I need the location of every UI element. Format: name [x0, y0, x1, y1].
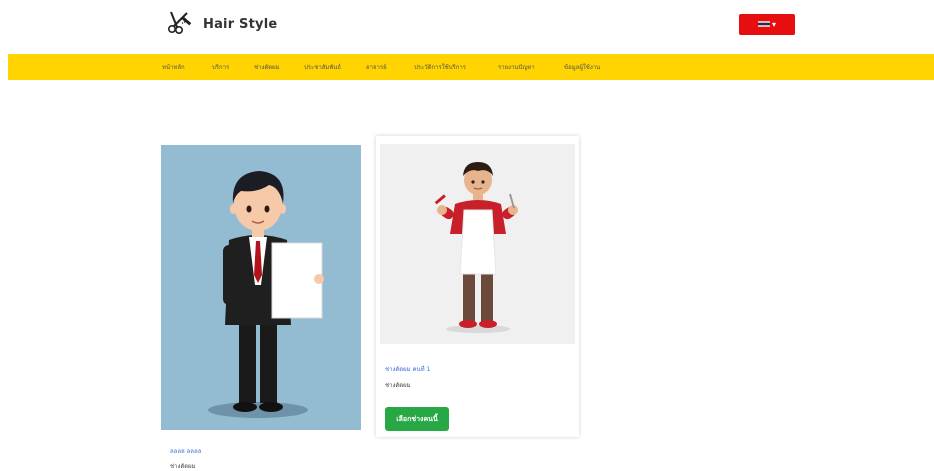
nav-services[interactable]: บริการ — [212, 62, 229, 72]
nav-report-problem[interactable]: รายงานปัญหา — [498, 62, 535, 72]
language-dropdown[interactable]: ▾ — [739, 14, 795, 35]
nav-history[interactable]: ประวัติการใช้บริการ — [414, 62, 466, 72]
businessman-illustration — [208, 171, 324, 418]
nav-announcements[interactable]: ประชาสัมพันธ์ — [304, 62, 341, 72]
chevron-down-icon: ▾ — [771, 20, 776, 29]
barber-card — [376, 136, 579, 437]
nav-user-info[interactable]: ข้อมูลผู้ใช้งาน — [564, 62, 600, 72]
header: Hair Style ▾ — [0, 0, 934, 50]
brand-logo[interactable]: Hair Style — [167, 10, 277, 38]
select-barber-button[interactable]: เลือกช่างคนนี้ — [385, 407, 449, 431]
barber-name-link[interactable]: ลลลล ลลลล — [170, 446, 201, 456]
barber-illustration — [434, 162, 518, 333]
barber-card-image — [161, 145, 361, 430]
barber-name-link[interactable]: ช่างตัดผม คนที่ 1 — [385, 364, 430, 374]
nav-home[interactable]: หน้าหลัก — [162, 62, 185, 72]
nav-barbers[interactable]: ช่างตัดผม — [254, 62, 280, 72]
main-nav: หน้าหลัก บริการ ช่างตัดผม ประชาสัมพันธ์ … — [8, 54, 934, 80]
barber-card-image — [380, 144, 575, 344]
brand-name: Hair Style — [203, 16, 278, 32]
barber-role: ช่างตัดผม — [385, 382, 411, 389]
scissors-comb-icon — [167, 10, 193, 38]
nav-teachers[interactable]: อาจารย์ — [366, 62, 387, 72]
thai-flag-icon — [757, 19, 770, 30]
